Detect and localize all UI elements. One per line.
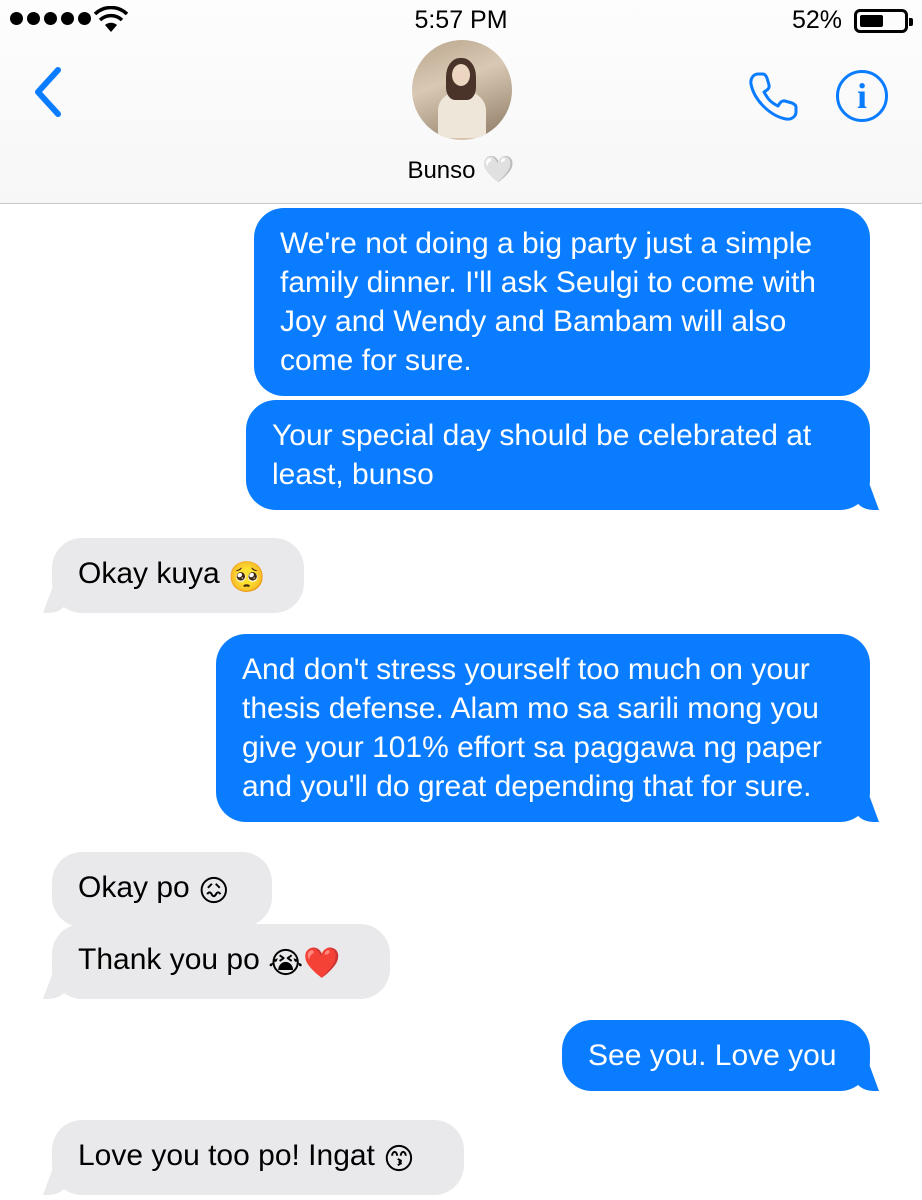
battery-percent: 52% xyxy=(791,6,842,34)
message-text: Your special day should be celebrated at… xyxy=(272,419,812,491)
phone-icon xyxy=(749,72,798,121)
message-bubble-sent[interactable]: Your special day should be celebrated at… xyxy=(246,400,870,510)
contact-name-text: Bunso xyxy=(407,157,476,184)
message-bubble-received[interactable]: Okay kuya 🥺 xyxy=(52,538,304,613)
message-bubble-received[interactable]: Okay po 😖 xyxy=(52,852,272,927)
kissing-face-emoji: 😙 xyxy=(383,1143,415,1176)
message-text: Okay kuya xyxy=(78,557,220,590)
back-button[interactable] xyxy=(24,62,74,122)
call-button[interactable] xyxy=(746,70,800,124)
info-button[interactable]: i xyxy=(836,70,888,122)
message-text: And don't stress yourself too much on yo… xyxy=(242,653,822,803)
conversation-header: 5:57 PM 52% Bunso 🤍 i xyxy=(0,0,922,204)
message-bubble-received[interactable]: Love you too po! Ingat 😙 xyxy=(52,1120,464,1195)
info-icon: i xyxy=(856,76,867,116)
contact-avatar[interactable] xyxy=(412,40,512,140)
chevron-left-icon xyxy=(35,67,61,117)
battery-icon xyxy=(854,9,913,33)
contact-name[interactable]: Bunso 🤍 xyxy=(0,154,922,185)
message-bubble-received[interactable]: Thank you po 😭❤️ xyxy=(52,924,390,999)
crying-face-heart-emoji: 😭❤️ xyxy=(268,947,341,980)
message-text: Thank you po xyxy=(78,943,260,976)
message-text: Love you too po! Ingat xyxy=(78,1139,375,1172)
status-time: 5:57 PM xyxy=(414,6,508,34)
message-text: We're not doing a big party just a simpl… xyxy=(280,227,816,377)
message-bubble-sent[interactable]: And don't stress yourself too much on yo… xyxy=(216,634,870,822)
pleading-face-emoji: 🥺 xyxy=(228,561,266,594)
message-text: Okay po xyxy=(78,871,190,904)
message-text: See you. Love you xyxy=(588,1039,837,1072)
message-bubble-sent[interactable]: See you. Love you xyxy=(562,1020,870,1091)
white-heart-emoji: 🤍 xyxy=(482,154,515,185)
messages-screen: 5:57 PM 52% Bunso 🤍 i We're not doing a … xyxy=(0,0,922,1200)
confounded-face-emoji: 😖 xyxy=(198,875,230,908)
message-bubble-sent[interactable]: We're not doing a big party just a simpl… xyxy=(254,208,870,396)
status-bar: 5:57 PM 52% xyxy=(0,0,922,40)
